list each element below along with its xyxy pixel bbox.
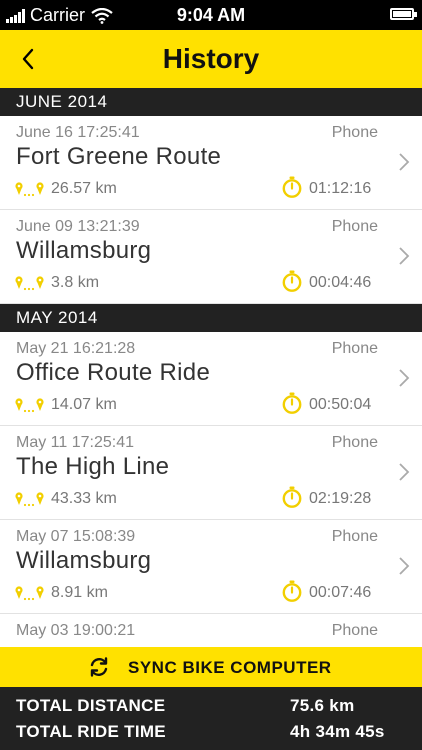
stopwatch-icon [282,580,302,602]
status-time: 9:04 AM [176,5,246,25]
nav-bar: History [0,30,422,88]
ride-name: The High Line [16,453,170,480]
ride-duration: 00:50:04 [309,396,372,413]
ride-date: May 21 16:21:28 [16,340,136,357]
totals-bar: TOTAL DISTANCE 75.6 km TOTAL RIDE TIME 4… [0,687,422,750]
ride-duration: 02:19:28 [309,490,372,507]
ride-date: June 09 13:21:39 [16,218,140,235]
ride-distance: 3.8 km [51,274,100,291]
chevron-right-icon [399,463,410,481]
ride-source: Phone [331,218,378,235]
total-distance-label: TOTAL DISTANCE [16,696,166,715]
ride-source: Phone [331,124,378,141]
ride-distance: 8.91 km [51,584,108,601]
ride-name: Willamsburg [16,237,152,264]
chevron-right-icon [399,369,410,387]
route-icon [15,398,44,413]
total-ride-time-label: TOTAL RIDE TIME [16,722,166,741]
ride-name: Office Route Ride [16,359,211,386]
status-bar: Carrier 9:04 AM [0,0,422,30]
ride-row[interactable]: May 07 15:08:39 Phone Willamsburg 8.91 km 00… [0,520,422,614]
ride-distance: 26.57 km [51,180,117,197]
sync-button[interactable]: SYNC BIKE COMPUTER [0,647,422,687]
route-icon [15,586,44,601]
ride-date: May 07 15:08:39 [16,528,136,545]
route-icon [15,182,44,197]
sync-icon [90,657,108,677]
ride-source: Phone [331,340,378,357]
total-ride-time-value: 4h 34m 45s [290,722,385,741]
ride-date: May 11 17:25:41 [16,434,135,451]
chevron-right-icon [399,557,410,575]
route-icon [15,276,44,291]
ride-row[interactable]: June 09 13:21:39 Phone Willamsburg 3.8 km 00… [0,210,422,304]
ride-date: May 03 19:00:21 [16,622,136,639]
route-icon [15,492,44,507]
stopwatch-icon [282,270,302,292]
section-header: MAY 2014 [0,304,422,332]
ride-duration: 01:12:16 [309,180,372,197]
stopwatch-icon [282,176,302,198]
total-distance-value: 75.6 km [290,696,355,715]
battery-icon [390,8,417,20]
ride-duration: 00:07:46 [309,584,372,601]
ride-row[interactable]: June 16 17:25:41 Phone Fort Greene Route 26… [0,116,422,210]
stopwatch-icon [282,486,302,508]
ride-row[interactable]: May 21 16:21:28 Phone Office Route Ride 14.… [0,332,422,426]
ride-date: June 16 17:25:41 [16,124,140,141]
section-header: JUNE 2014 [0,88,422,116]
stopwatch-icon [282,392,302,414]
ride-distance: 14.07 km [51,396,117,413]
chevron-right-icon [399,247,410,265]
sync-label: SYNC BIKE COMPUTER [128,658,332,677]
ride-source: Phone [331,434,378,451]
ride-name: Willamsburg [16,547,152,574]
ride-duration: 00:04:46 [309,274,372,291]
ride-source: Phone [331,622,378,639]
ride-row[interactable]: May 11 17:25:41 Phone The High Line 43.33 k… [0,426,422,520]
ride-row[interactable]: May 03 19:00:21 Phone [0,614,422,647]
ride-distance: 43.33 km [51,490,117,507]
ride-source: Phone [331,528,378,545]
ride-name: Fort Greene Route [16,143,222,170]
page-title: History [162,43,260,74]
chevron-right-icon [399,153,410,171]
history-list[interactable]: JUNE 2014 June 16 17:25:41 Phone Fort Green… [0,88,422,647]
